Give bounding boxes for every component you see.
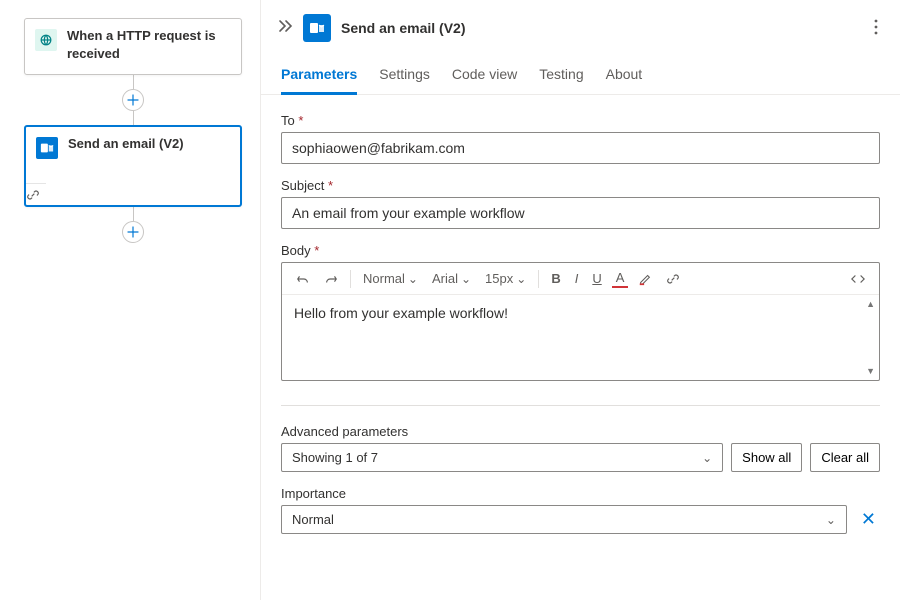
underline-icon[interactable]: U [588,269,605,288]
italic-icon[interactable]: I [571,269,583,288]
more-icon[interactable] [870,15,882,42]
node-title: When a HTTP request is received [67,27,231,62]
font-size-select[interactable]: 15px ⌄ [481,269,530,288]
add-step-button[interactable] [122,221,144,243]
tab-about[interactable]: About [606,66,643,94]
font-family-select[interactable]: Arial ⌄ [428,269,475,288]
subject-label: Subject * [281,178,880,193]
body-textarea[interactable]: ▲ Hello from your example workflow! ▼ [282,295,879,380]
node-http-request[interactable]: When a HTTP request is received [24,18,242,75]
outlook-icon [36,137,58,159]
code-toggle-icon[interactable] [847,270,869,288]
advanced-select[interactable]: Showing 1 of 7 ⌄ [281,443,723,472]
divider [281,405,880,406]
node-send-email[interactable]: Send an email (V2) [24,125,242,207]
remove-param-icon[interactable]: ✕ [857,507,880,532]
to-input[interactable] [281,132,880,164]
show-all-button[interactable]: Show all [731,443,802,472]
tab-settings[interactable]: Settings [379,66,430,94]
scroll-up-icon[interactable]: ▲ [866,299,875,309]
highlight-icon[interactable] [634,270,656,288]
tab-testing[interactable]: Testing [539,66,583,94]
details-panel: Send an email (V2) Parameters Settings C… [260,0,900,600]
workflow-canvas: When a HTTP request is received Send an … [0,0,260,600]
bold-icon[interactable]: B [547,269,564,288]
font-color-icon[interactable]: A [612,269,629,288]
panel-title: Send an email (V2) [341,20,465,36]
chevron-down-icon: ⌄ [702,451,712,465]
add-step-button[interactable] [122,89,144,111]
tab-code-view[interactable]: Code view [452,66,517,94]
body-editor: Normal ⌄ Arial ⌄ 15px ⌄ B I U A ▲ Hello … [281,262,880,381]
collapse-icon[interactable] [277,18,293,39]
connector [24,75,242,125]
to-label: To * [281,113,880,128]
scroll-down-icon[interactable]: ▼ [866,366,875,376]
advanced-label: Advanced parameters [281,424,880,439]
link-icon [26,190,40,205]
body-label: Body * [281,243,880,258]
outlook-icon [303,14,331,42]
parameters-form: To * Subject * Body * Normal ⌄ Arial ⌄ 1… [261,95,900,600]
panel-header: Send an email (V2) [261,0,900,48]
connector-end [24,207,242,243]
subject-input[interactable] [281,197,880,229]
link-button-icon[interactable] [662,270,684,288]
importance-select[interactable]: Normal ⌄ [281,505,847,534]
redo-icon[interactable] [320,270,342,288]
font-style-select[interactable]: Normal ⌄ [359,269,422,288]
http-request-icon [35,29,57,51]
clear-all-button[interactable]: Clear all [810,443,880,472]
chevron-down-icon: ⌄ [826,513,836,527]
importance-label: Importance [281,486,880,501]
node-title: Send an email (V2) [68,135,184,159]
tab-parameters[interactable]: Parameters [281,66,357,95]
rte-toolbar: Normal ⌄ Arial ⌄ 15px ⌄ B I U A [282,263,879,295]
tab-bar: Parameters Settings Code view Testing Ab… [261,48,900,95]
undo-icon[interactable] [292,270,314,288]
